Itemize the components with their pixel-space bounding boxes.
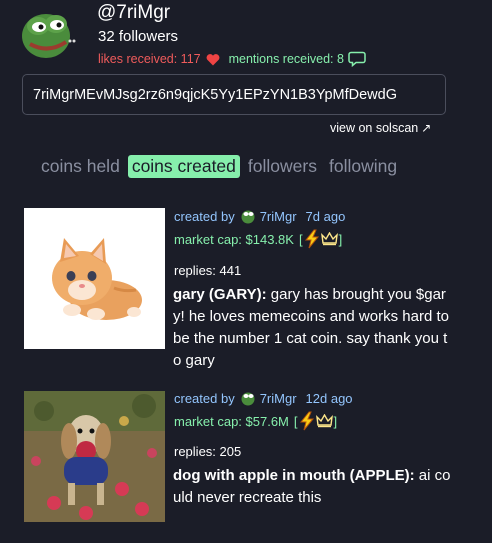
badge-bracket-open: [ (298, 231, 303, 247)
coin-age: 12d ago (305, 390, 353, 406)
crown-icon (320, 232, 338, 246)
view-on-solscan-link[interactable]: view on solscan ↗ (330, 121, 431, 135)
coin-creator-line: created by 7riMgr 12d ago (174, 390, 353, 406)
coin-creator-line: created by 7riMgr 7d ago (174, 208, 345, 224)
heart-icon (206, 53, 220, 65)
creator-link[interactable]: 7riMgr (260, 391, 297, 406)
wallet-address-field[interactable]: 7riMgrMEvMJsg2rz6n9qjcK5Yy1EPzYN1B3YpMfD… (22, 74, 446, 115)
coin-replies: replies: 441 (174, 263, 242, 278)
created-by-label: created by (174, 208, 235, 224)
tab-followers[interactable]: followers (244, 155, 321, 178)
followers-count[interactable]: 32 followers (98, 28, 178, 45)
tab-coins-created[interactable]: coins created (127, 155, 240, 178)
coin-image-gary[interactable] (24, 208, 165, 349)
badge-bracket-open: [ (293, 413, 298, 429)
tab-following[interactable]: following (325, 155, 401, 178)
lightning-icon (299, 411, 314, 431)
badge-bracket-close: ] (338, 231, 343, 247)
creator-avatar-icon (241, 392, 255, 406)
market-cap: market cap: $57.6M (174, 413, 289, 429)
coin-age: 7d ago (305, 208, 346, 224)
tab-coins-held[interactable]: coins held (40, 155, 124, 178)
coin-image-apple[interactable] (24, 391, 165, 522)
coin-description: dog with apple in mouth (APPLE): ai coul… (173, 465, 455, 509)
coin-name: dog with apple in mouth (APPLE): (173, 467, 415, 484)
coin-name: gary (GARY): (173, 286, 267, 303)
likes-received: likes received: 117 (98, 52, 201, 66)
mentions-received: mentions received: 8 (228, 52, 344, 66)
creator-link[interactable]: 7riMgr (260, 209, 297, 224)
created-by-label: created by (174, 390, 235, 406)
market-cap: market cap: $143.8K (174, 231, 294, 247)
solscan-label: view on solscan (330, 121, 419, 135)
creator-avatar-icon (241, 210, 255, 224)
wallet-address: 7riMgrMEvMJsg2rz6n9qjcK5Yy1EPzYN1B3YpMfD… (33, 86, 397, 103)
crown-icon (315, 414, 333, 428)
external-link-icon: ↗ (421, 121, 432, 135)
profile-avatar (20, 8, 76, 60)
coin-description: gary (GARY): gary has brought you $gary!… (173, 284, 455, 372)
chat-bubble-icon (348, 51, 366, 67)
profile-tabs: coins held coins created followers follo… (40, 155, 405, 178)
market-cap-line: market cap: $57.6M [ ] (174, 411, 337, 431)
stats-row: likes received: 117 mentions received: 8 (98, 51, 366, 67)
lightning-icon (304, 229, 319, 249)
profile-username: @7riMgr (97, 2, 171, 23)
market-cap-line: market cap: $143.8K [ ] (174, 229, 342, 249)
coin-replies: replies: 205 (174, 444, 242, 459)
badge-bracket-close: ] (333, 413, 338, 429)
